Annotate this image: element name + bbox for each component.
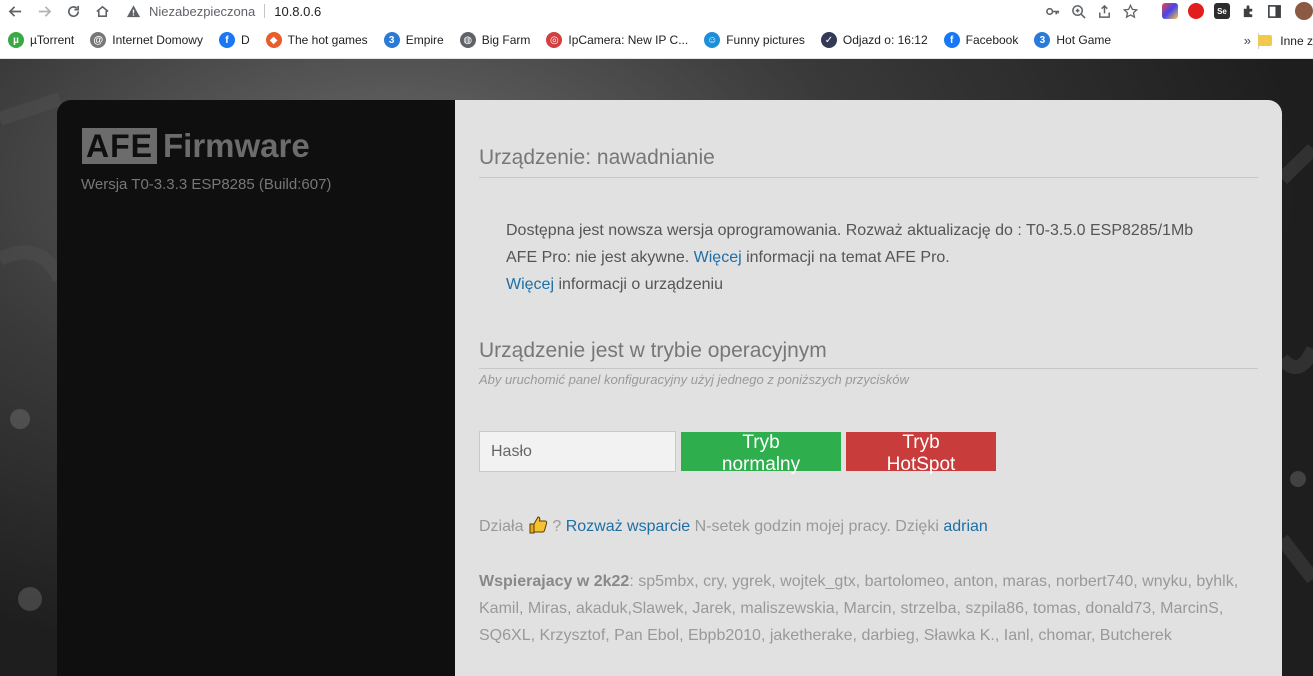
other-bookmarks-folder[interactable]: Inne z (1258, 22, 1313, 59)
more-device-info-link[interactable]: Więcej (506, 276, 554, 293)
hotgame-icon: 3 (1034, 32, 1051, 48)
mode-title: Urządzenie jest w trybie operacyjnym (479, 339, 1258, 369)
bookmark-label: The hot games (287, 33, 368, 47)
thumbs-up-icon (529, 516, 548, 534)
omnibox-divider (264, 4, 266, 18)
bookmark-label: Funny pictures (726, 33, 805, 47)
bookmark-label: Facebook (965, 33, 1019, 47)
hotgames-icon: ◆ (265, 32, 282, 48)
extension-colorful-icon[interactable] (1157, 0, 1183, 22)
logo-text: Firmware (163, 127, 310, 164)
bookmark-item[interactable]: µ µTorrent (0, 26, 82, 54)
facebook-icon: f (218, 32, 235, 48)
supporters-label: Wspierajacy w 2k22 (479, 573, 630, 590)
update-line: Dostępna jest nowsza wersja oprogramowan… (506, 222, 1194, 239)
puzzle-extensions-icon[interactable] (1235, 0, 1261, 22)
page-viewport: AFE Firmware Wersja T0-3.3.3 ESP8285 (Bu… (0, 59, 1313, 676)
bookmark-item[interactable]: ✓ Odjazd o: 16:12 (813, 26, 936, 54)
bookmark-label: Hot Game (1056, 33, 1112, 47)
bookmark-item[interactable]: ☺ Funny pictures (696, 26, 813, 54)
normal-mode-button[interactable]: Tryb normalny (681, 432, 841, 475)
bookmark-label: D (240, 33, 250, 47)
other-bookmarks-label: Inne z (1280, 33, 1313, 48)
bookmark-label: Big Farm (481, 33, 531, 47)
bookmark-label: Internet Domowy (112, 33, 203, 47)
bookmarks-bar: µ µTorrent @ Internet Domowy f D ◆ The hot game… (0, 22, 1313, 59)
bookmarks-overflow-button[interactable]: » (1244, 22, 1251, 59)
support-line: Działa ? Rozważ wsparcie N-setek godzin … (479, 516, 988, 536)
security-label: Niezabezpieczona (149, 3, 256, 19)
supporters-list: Wspierajacy w 2k22: sp5mbx, cry, ygrek, … (479, 568, 1258, 649)
star-bookmark-icon[interactable] (1117, 0, 1143, 22)
folder-icon (1258, 35, 1273, 46)
sidebar-panel: AFE Firmware Wersja T0-3.3.3 ESP8285 (Bu… (57, 100, 455, 676)
profile-avatar[interactable] (1287, 0, 1313, 22)
url-text[interactable]: 10.8.0.6 (274, 4, 321, 19)
bookmark-item[interactable]: 3 Empire (376, 26, 452, 54)
side-panel-icon[interactable] (1261, 0, 1287, 22)
globe-icon: ◍ (459, 32, 476, 48)
mode-subtitle: Aby uruchomić panel konfiguracyjny użyj … (479, 372, 909, 387)
reload-icon[interactable] (62, 0, 84, 22)
support-question: ? (547, 518, 566, 535)
afe-pro-suffix: informacji na temat AFE Pro. (741, 249, 950, 266)
main-panel: Urządzenie: nawadnianie Dostępna jest no… (455, 100, 1282, 676)
device-info-suffix: informacji o urządzeniu (554, 276, 723, 293)
back-arrow-icon[interactable] (4, 0, 26, 22)
bookmark-item[interactable]: ◆ The hot games (258, 26, 376, 54)
bookmark-item[interactable]: f Facebook (936, 26, 1027, 54)
support-prefix: Działa (479, 518, 528, 535)
check-icon: ✓ (820, 32, 837, 48)
bookmark-item[interactable]: 3 Hot Game (1026, 26, 1119, 54)
device-info-line: Więcej informacji o urządzeniu (506, 271, 1193, 298)
address-bar[interactable]: Niezabezpieczona 10.8.0.6 (126, 0, 321, 22)
empire-icon: 3 (383, 32, 400, 48)
browser-toolbar: Niezabezpieczona 10.8.0.6 Se (0, 0, 1313, 22)
logo-box: AFE (82, 128, 157, 164)
bookmark-item[interactable]: ◎ IpCamera: New IP C... (538, 26, 696, 54)
bookmark-label: IpCamera: New IP C... (568, 33, 689, 47)
afe-pro-line: AFE Pro: nie jest akywne. Więcej informa… (506, 244, 1193, 271)
utorrent-icon: µ (8, 32, 24, 48)
at-icon: @ (90, 32, 107, 48)
bookmark-label: Empire (405, 33, 444, 47)
firmware-version: Wersja T0-3.3.3 ESP8285 (Build:607) (81, 176, 332, 193)
share-icon[interactable] (1091, 0, 1117, 22)
author-link[interactable]: adrian (943, 518, 987, 535)
bookmark-item[interactable]: @ Internet Domowy (82, 26, 211, 54)
key-icon[interactable] (1039, 0, 1065, 22)
mode-form: Tryb normalny Tryb HotSpot (479, 431, 996, 475)
forward-arrow-icon[interactable] (33, 0, 55, 22)
bookmark-item[interactable]: fD (211, 26, 258, 54)
more-afe-pro-link[interactable]: Więcej (694, 249, 742, 266)
update-info: Dostępna jest nowsza wersja oprogramowan… (506, 217, 1193, 298)
funny-icon: ☺ (704, 32, 721, 48)
ipcamera-icon: ◎ (546, 32, 563, 48)
support-link[interactable]: Rozważ wsparcie (566, 518, 690, 535)
bookmark-label: Odjazd o: 16:12 (842, 33, 928, 47)
facebook-icon: f (943, 32, 960, 48)
afe-pro-prefix: AFE Pro: nie jest akywne. (506, 249, 694, 266)
zoom-icon[interactable] (1065, 0, 1091, 22)
password-input[interactable] (479, 431, 676, 472)
bookmark-label: µTorrent (30, 33, 75, 47)
support-middle: N-setek godzin mojej pracy. Dzięki (690, 518, 944, 535)
hotspot-mode-button[interactable]: Tryb HotSpot (846, 432, 996, 475)
home-icon[interactable] (91, 0, 113, 22)
warning-icon (126, 4, 141, 17)
selenium-extension-icon[interactable]: Se (1209, 0, 1235, 22)
afe-logo: AFE Firmware (82, 128, 310, 164)
bookmark-item[interactable]: ◍ Big Farm (452, 26, 539, 54)
opera-extension-icon[interactable] (1183, 0, 1209, 22)
device-title: Urządzenie: nawadnianie (479, 146, 1258, 178)
